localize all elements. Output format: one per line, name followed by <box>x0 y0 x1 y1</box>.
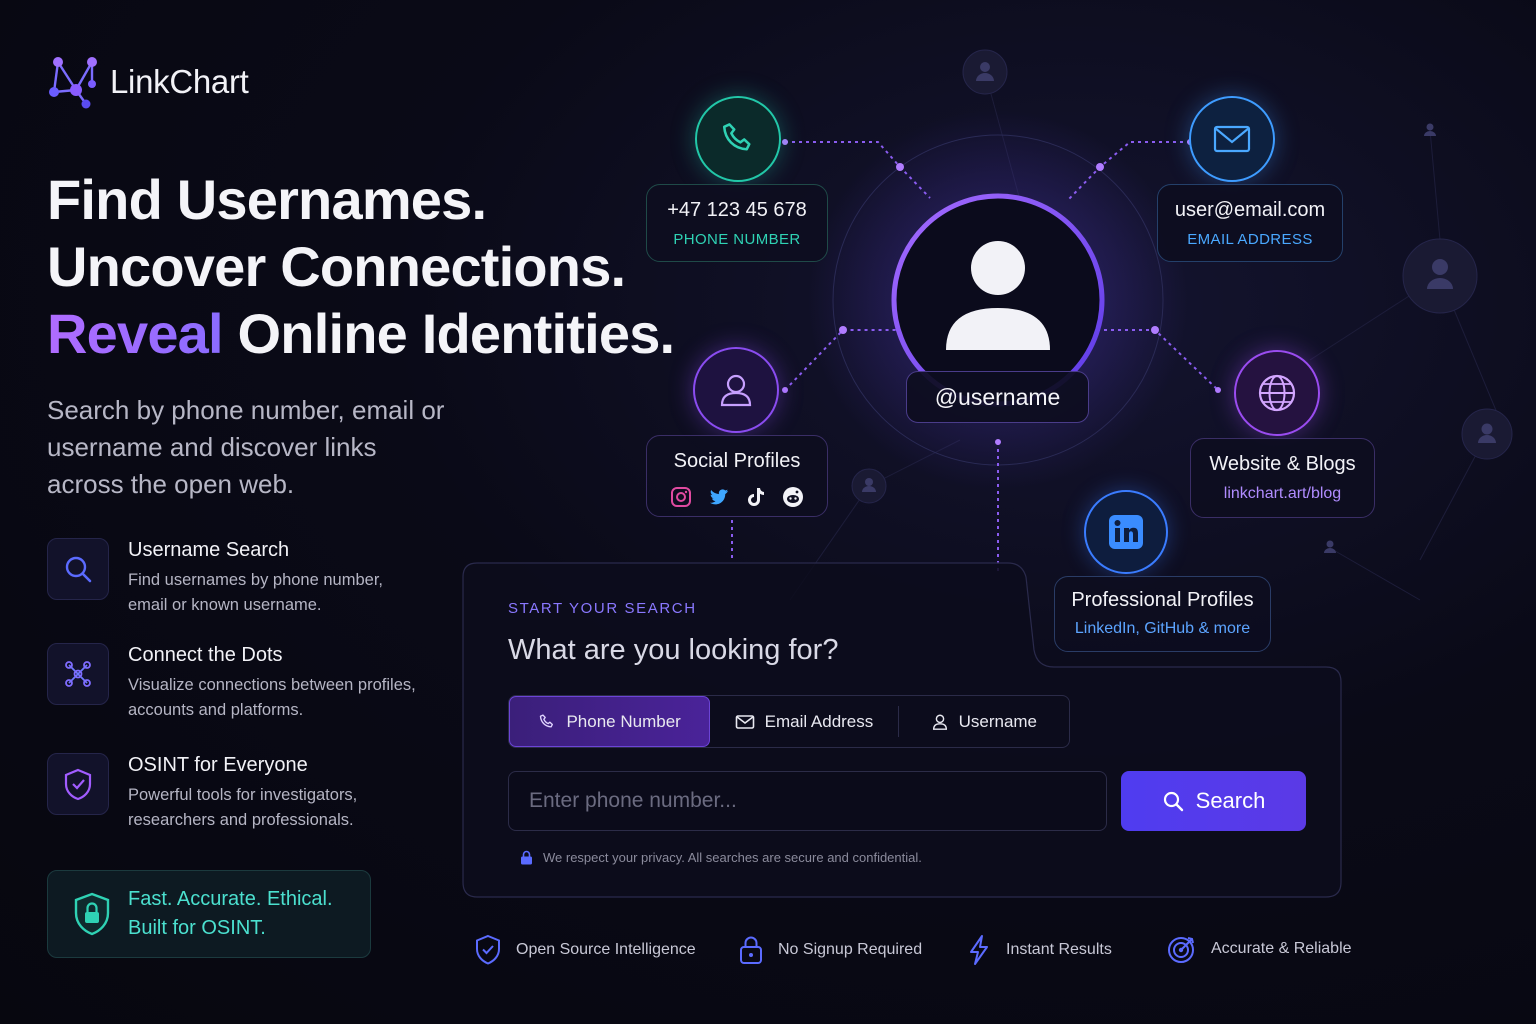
user-icon <box>932 714 947 730</box>
shield-check-icon <box>476 934 500 965</box>
feature-osint: OSINT for Everyone Powerful tools for in… <box>47 753 418 832</box>
email-node <box>1189 96 1275 182</box>
feature-username-search: Username Search Find usernames by phone … <box>47 538 418 617</box>
social-title: Social Profiles <box>673 450 801 472</box>
email-card[interactable]: user@email.com EMAIL ADDRESS <box>1157 184 1343 262</box>
search-button-label: Search <box>1195 788 1266 813</box>
reddit-icon[interactable] <box>782 486 804 508</box>
hero-subtitle: Search by phone number, email or usernam… <box>47 395 445 499</box>
feature-title: Username Search <box>128 539 290 561</box>
linkedin-icon <box>1109 515 1143 549</box>
website-node <box>1234 350 1320 436</box>
linkedin-node <box>1084 490 1168 574</box>
headline-line-3-rest: Online Identities. <box>222 302 676 365</box>
tiktok-icon[interactable] <box>746 486 766 508</box>
search-icon <box>47 538 109 600</box>
lock-icon <box>521 850 532 865</box>
tab-label: Email Address <box>764 711 874 731</box>
shield-icon <box>47 753 109 815</box>
footer-instant: Instant Results <box>966 934 1112 966</box>
search-button[interactable]: Search <box>1121 771 1306 831</box>
lock-icon <box>740 936 762 964</box>
mail-icon <box>735 714 754 729</box>
tab-label: Phone Number <box>566 711 681 731</box>
footer-open-source: Open Source Intelligence <box>474 934 696 966</box>
phone-icon <box>722 123 751 151</box>
feature-title: OSINT for Everyone <box>128 754 308 776</box>
professional-card[interactable]: Professional Profiles LinkedIn, GitHub &… <box>1054 576 1271 652</box>
footer-accurate: Accurate & Reliable <box>1167 934 1352 964</box>
footer-label: Open Source Intelligence <box>516 941 696 958</box>
professional-title: Professional Profiles <box>1071 589 1254 611</box>
phone-node <box>695 96 781 182</box>
hero-headline: Find Usernames. Uncover Connections. Rev… <box>47 166 676 367</box>
username-label: @username <box>934 383 1061 410</box>
shield-lock-icon <box>74 892 110 936</box>
globe-icon <box>1258 374 1296 412</box>
search-input[interactable] <box>508 771 1107 831</box>
search-title: What are you looking for? <box>508 634 839 666</box>
feature-title: Connect the Dots <box>128 644 283 666</box>
mail-icon <box>1213 125 1251 153</box>
phone-icon <box>540 713 554 728</box>
brand-logo[interactable]: LinkChart <box>46 54 249 110</box>
bolt-icon <box>970 935 988 965</box>
twitter-icon[interactable] <box>708 486 730 508</box>
ethic-line-1: Fast. Accurate. Ethical. <box>128 888 333 910</box>
ethic-line-2: Built for OSINT. <box>128 917 266 939</box>
headline-accent: Reveal <box>47 302 224 365</box>
feature-desc: Visualize connections between profiles, … <box>128 676 416 719</box>
network-icon <box>47 643 109 705</box>
feature-desc: Powerful tools for investigators, resear… <box>128 786 358 829</box>
phone-label: PHONE NUMBER <box>673 231 801 248</box>
search-type-tabs: Phone Number Email Address Username <box>508 695 1070 748</box>
headline-line-3: Reveal Online Identities. <box>47 300 676 367</box>
feature-connect-dots: Connect the Dots Visualize connections b… <box>47 643 418 722</box>
instagram-icon[interactable] <box>670 486 692 508</box>
social-profiles-card[interactable]: Social Profiles <box>646 435 828 517</box>
footer-no-signup: No Signup Required <box>738 934 922 966</box>
phone-card[interactable]: +47 123 45 678 PHONE NUMBER <box>646 184 828 262</box>
email-value: user@email.com <box>1174 199 1326 221</box>
tab-phone-number[interactable]: Phone Number <box>509 696 711 747</box>
user-icon <box>720 374 752 407</box>
target-icon <box>1168 937 1194 963</box>
tab-email-address[interactable]: Email Address <box>710 696 897 747</box>
footer-label: Instant Results <box>1006 941 1112 958</box>
feature-desc: Find usernames by phone number, email or… <box>128 571 383 614</box>
privacy-note: We respect your privacy. All searches ar… <box>520 850 922 865</box>
phone-value: +47 123 45 678 <box>667 199 807 221</box>
headline-line-2: Uncover Connections. <box>47 235 626 298</box>
headline-line-1: Find Usernames. <box>47 168 487 231</box>
search-icon <box>1163 791 1183 812</box>
search-eyebrow: START YOUR SEARCH <box>508 600 697 617</box>
social-node <box>693 347 779 433</box>
username-chip[interactable]: @username <box>906 371 1089 423</box>
website-title: Website & Blogs <box>1209 453 1356 475</box>
privacy-text: We respect your privacy. All searches ar… <box>543 850 922 865</box>
website-url: linkchart.art/blog <box>1223 485 1342 502</box>
ethic-banner: Fast. Accurate. Ethical. Built for OSINT… <box>47 870 371 958</box>
footer-label: No Signup Required <box>778 941 923 958</box>
brand-name: LinkChart <box>110 63 249 100</box>
professional-sub: LinkedIn, GitHub & more <box>1074 620 1251 637</box>
tab-label: Username <box>958 711 1038 731</box>
tab-username[interactable]: Username <box>899 696 1069 747</box>
email-label: EMAIL ADDRESS <box>1187 231 1313 248</box>
website-card[interactable]: Website & Blogs linkchart.art/blog <box>1190 438 1375 518</box>
footer-label: Accurate & Reliable <box>1211 940 1352 957</box>
network-logo-icon <box>49 57 97 109</box>
